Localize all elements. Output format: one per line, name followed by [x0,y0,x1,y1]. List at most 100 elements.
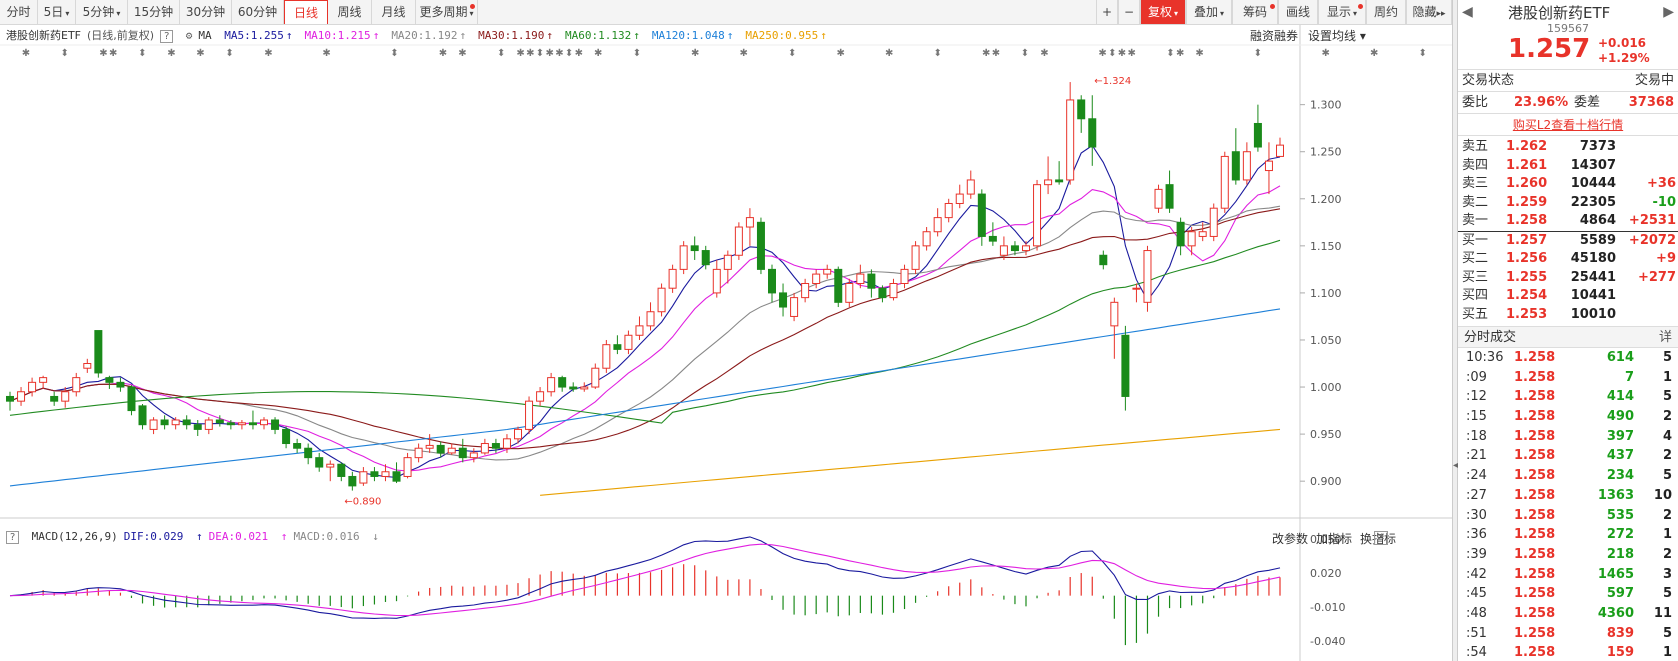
candle-body[interactable] [900,268,909,284]
candle-body[interactable] [768,268,776,294]
candle-body[interactable] [6,395,14,402]
event-marker-icon[interactable]: ✱ [1322,48,1330,59]
candle-body[interactable] [602,344,611,369]
event-marker-icon[interactable]: ✱ [264,48,272,59]
candle-body[interactable] [271,419,280,430]
event-marker-icon[interactable]: ⬍ [934,48,942,59]
candle-body[interactable] [977,193,986,237]
candle-body[interactable] [1276,144,1284,157]
candle-body[interactable] [204,419,213,430]
candle-body[interactable] [580,386,589,390]
event-marker-icon[interactable]: ✱ [109,48,117,59]
l2-purchase-link[interactable]: 购买L2查看十档行情 [1458,114,1678,136]
candle-body[interactable] [514,428,522,440]
bid-row[interactable]: 买二 1.256 45180 +9 [1458,250,1678,269]
toolbar-button-1[interactable]: − [1118,0,1140,24]
candle-body[interactable] [812,273,821,285]
event-marker-icon[interactable]: ✱ [22,48,30,59]
candle-body[interactable] [447,447,456,454]
candle-body[interactable] [480,443,489,454]
candle-body[interactable] [1220,155,1229,209]
candle-body[interactable] [403,457,412,477]
candle-body[interactable] [502,438,511,449]
event-marker-icon[interactable]: ⬍ [61,48,69,59]
candle-body[interactable] [94,330,103,374]
candle-body[interactable] [657,287,666,313]
candle-body[interactable] [823,268,832,275]
candle-body[interactable] [127,386,136,412]
candle-body[interactable] [999,245,1008,256]
candle-body[interactable] [72,377,81,393]
candle-body[interactable] [1154,188,1163,209]
candle-body[interactable] [1132,287,1141,290]
ask-row[interactable]: 卖三 1.260 10444 +36 [1458,175,1678,194]
event-marker-icon[interactable]: ⬍ [225,48,233,59]
candle-body[interactable] [734,226,743,256]
event-marker-icon[interactable]: ✱ [439,48,447,59]
event-marker-icon[interactable]: ✱ [982,48,990,59]
event-marker-icon[interactable]: ✱ [1098,48,1106,59]
toolbar-button-0[interactable]: + [1096,0,1118,24]
candle-body[interactable] [1253,122,1262,148]
chart-area[interactable]: ✱ ⬍ ✱ ✱ ⬍ ✱ ✱ ⬍ ✱ ✱ ⬍ ✱ ✱ ⬍ ✱ ✱ ⬍ ✱ ✱ ⬍ ✱ ✱ ⬍ ✱ ✱ ⬍ ✱ ✱ ⬍ ✱ ✱ ⬍ ✱ ✱ ⬍ ✱ ✱ ⬍ ✱ ✱… [0,25,1452,661]
event-marker-icon[interactable]: ✱ [99,48,107,59]
event-marker-icon[interactable]: ✱ [740,48,748,59]
candle-body[interactable] [1264,160,1273,172]
candle-body[interactable] [547,377,556,393]
candle-body[interactable] [226,422,235,426]
candle-body[interactable] [326,463,335,468]
event-marker-icon[interactable]: ⬍ [497,48,505,59]
candle-body[interactable] [745,217,754,228]
candle-body[interactable] [315,457,324,468]
candle-body[interactable] [61,391,70,402]
candle-body[interactable] [138,405,147,426]
candle-body[interactable] [282,428,291,445]
candle-body[interactable] [1110,301,1119,327]
toolbar-button-7[interactable]: 周约 [1366,0,1406,24]
candle-body[interactable] [260,419,268,426]
event-marker-icon[interactable]: ✱ [1195,48,1203,59]
period-tab-5[interactable]: 60分钟 [232,0,284,24]
event-marker-icon[interactable]: ✱ [1118,48,1126,59]
event-marker-icon[interactable]: ✱ [992,48,1000,59]
candle-body[interactable] [116,381,125,388]
event-marker-icon[interactable]: ✱ [691,48,699,59]
candle-body[interactable] [591,367,600,388]
ticks-detail-button[interactable]: 详 [1659,327,1672,349]
event-marker-icon[interactable]: ✱ [1040,48,1048,59]
legend-right-button-1[interactable]: 设置均线 ▾ [1308,29,1366,43]
event-marker-icon[interactable]: ✱ [322,48,330,59]
candle-body[interactable] [469,452,478,459]
event-marker-icon[interactable]: ✱ [167,48,175,59]
candle-body[interactable] [712,268,721,294]
candle-body[interactable] [536,391,545,402]
period-tab-8[interactable]: 月线 [372,0,416,24]
candle-body[interactable] [1077,99,1086,120]
candle-body[interactable] [911,245,920,270]
candle-body[interactable] [756,221,765,270]
event-marker-icon[interactable]: ⬍ [1166,48,1174,59]
legend-right-button-0[interactable]: 融资融券 [1250,29,1298,43]
candle-body[interactable] [1242,151,1251,181]
period-tab-3[interactable]: 15分钟 [128,0,180,24]
candle-body[interactable] [425,444,434,449]
candle-body[interactable] [436,444,445,454]
candle-body[interactable] [944,202,953,219]
period-tab-6[interactable]: 日线 [284,0,328,24]
candle-body[interactable] [248,422,257,426]
candle-body[interactable] [28,381,37,393]
candle-body[interactable] [39,377,48,383]
candle-body[interactable] [834,268,843,303]
candle-body[interactable] [1209,207,1218,237]
bid-row[interactable]: 买四 1.254 10441 [1458,287,1678,306]
period-tab-1[interactable]: 5日 ▾ [38,0,76,24]
candle-body[interactable] [1044,179,1053,186]
period-tab-0[interactable]: 分时 [0,0,38,24]
candle-body[interactable] [635,325,644,336]
event-marker-icon[interactable]: ✱ [1128,48,1136,59]
candle-body[interactable] [801,283,810,299]
candle-body[interactable] [337,463,346,477]
event-marker-icon[interactable]: ⬍ [1419,48,1427,59]
candle-body[interactable] [1099,254,1108,266]
candle-body[interactable] [889,283,898,299]
